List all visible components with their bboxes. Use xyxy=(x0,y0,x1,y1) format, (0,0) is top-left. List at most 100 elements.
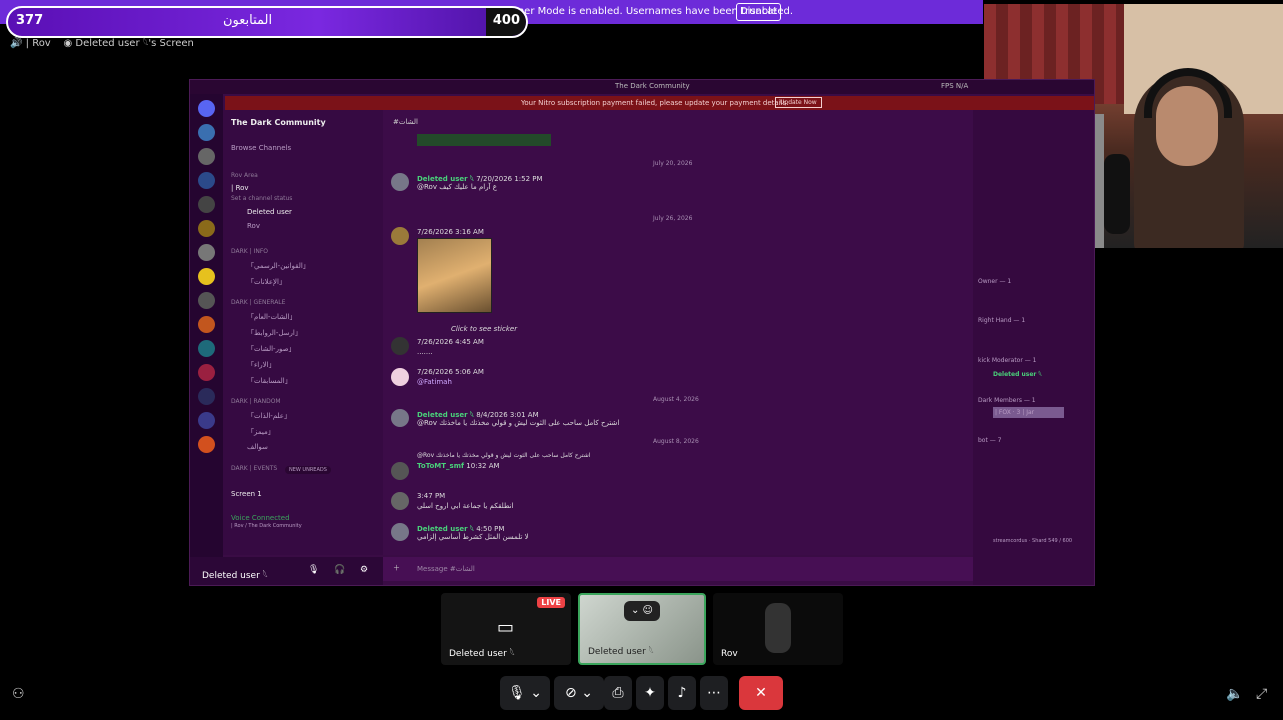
server-icon[interactable] xyxy=(198,100,215,117)
channel-row[interactable]: 「صور-الشات」 xyxy=(247,344,296,354)
message-author[interactable]: Deleted user 𓆩 xyxy=(417,411,474,419)
avatar[interactable] xyxy=(391,337,409,355)
server-icon[interactable] xyxy=(198,412,215,429)
message-time: 7/26/2026 5:06 AM xyxy=(417,368,484,376)
browse-channels[interactable]: Browse Channels xyxy=(231,144,291,152)
date-divider: August 4, 2026 xyxy=(653,396,699,403)
volume-icon[interactable]: 🔈 xyxy=(1226,686,1243,702)
sticker-label[interactable]: Click to see sticker xyxy=(451,325,517,333)
participant-tile[interactable]: LIVE ▭ Deleted user 𓆩 xyxy=(441,593,571,665)
avatar[interactable] xyxy=(391,462,409,480)
video-person xyxy=(765,603,791,653)
user-panel-name[interactable]: Deleted user 𓆩 xyxy=(202,566,268,581)
voice-user[interactable]: Deleted user xyxy=(247,208,292,216)
participant-tile[interactable]: ⌄ ☺ Deleted user 𓆩 xyxy=(578,593,706,665)
server-list xyxy=(190,94,223,585)
message-time: 3:47 PM xyxy=(417,492,446,500)
server-icon[interactable] xyxy=(198,364,215,381)
participant-tile[interactable]: Rov xyxy=(713,593,843,665)
cat-image[interactable] xyxy=(417,238,492,313)
server-icon[interactable] xyxy=(198,244,215,261)
voice-user[interactable]: Rov xyxy=(247,222,260,230)
more-button[interactable]: ⋯ xyxy=(700,676,728,710)
channel-row[interactable]: 「المسابقات」 xyxy=(247,376,292,386)
screen-label[interactable]: Screen 1 xyxy=(231,490,262,498)
avatar[interactable] xyxy=(391,492,409,510)
channel-row[interactable]: 「الشات-العام」 xyxy=(247,312,297,322)
avatar[interactable] xyxy=(391,173,409,191)
channel-category[interactable]: DARK | GENERALE xyxy=(231,299,285,306)
camera-button[interactable]: ⊘ ⌄ xyxy=(554,676,604,710)
member-name[interactable]: | FOX · 3 | Jar xyxy=(993,407,1065,418)
message-input[interactable]: ＋ Message #الشات xyxy=(383,557,973,581)
new-unreads-pill[interactable]: NEW UNREADS xyxy=(285,466,331,474)
server-name[interactable]: The Dark Community xyxy=(231,118,326,127)
member-name[interactable]: Deleted user 𓆩 xyxy=(993,368,1042,378)
mic-button[interactable]: 🎙 ⌄ xyxy=(500,676,550,710)
server-icon[interactable] xyxy=(198,220,215,237)
message-author[interactable]: Deleted user 𓆩 xyxy=(417,525,474,533)
screen-share-button[interactable]: ⎙ xyxy=(604,676,632,710)
followers-count-left: 377 xyxy=(16,13,44,28)
avatar[interactable] xyxy=(391,368,409,386)
add-attachment-icon[interactable]: ＋ xyxy=(393,563,400,573)
channel-category[interactable]: DARK | EVENTS xyxy=(231,465,277,472)
voice-connected[interactable]: Voice Connected xyxy=(231,514,290,522)
server-icon[interactable] xyxy=(198,172,215,189)
server-icon[interactable] xyxy=(198,124,215,141)
tile-menu-icon[interactable]: ⌄ ☺ xyxy=(624,601,660,621)
update-now-button[interactable]: Update Now xyxy=(775,97,822,108)
channel-row[interactable]: 「القوانين-الرسمي」 xyxy=(247,261,310,271)
breadcrumb-channel[interactable]: | Rov xyxy=(26,38,51,49)
screen-icon: ◉ xyxy=(63,38,73,49)
chat-channel-name: #الشات xyxy=(393,118,418,126)
channel-category[interactable]: DARK | INFO xyxy=(231,248,268,255)
channel-row[interactable]: 「ارسل-الروابط」 xyxy=(247,328,302,338)
message-author[interactable]: ToToMT_smf xyxy=(417,462,464,470)
member-name[interactable]: streamcordus · Shard 549 / 600 xyxy=(993,538,1072,544)
server-icon[interactable] xyxy=(198,388,215,405)
server-icon[interactable] xyxy=(198,340,215,357)
message-time: 7/26/2026 3:16 AM xyxy=(417,228,484,236)
message-text: @Fatimah xyxy=(417,378,452,386)
camera-off-icon: ⊘ xyxy=(565,685,577,701)
message-time: 4:50 PM xyxy=(476,525,505,533)
activities-icon: ✦ xyxy=(644,685,656,701)
channel-category[interactable]: DARK | RANDOM xyxy=(231,398,281,405)
message-time: 7/26/2026 4:45 AM xyxy=(417,338,484,346)
message-time: 7/20/2026 1:52 PM xyxy=(476,175,543,183)
channel-row[interactable]: Rov Area xyxy=(231,172,258,179)
mic-icon[interactable]: 🎙 xyxy=(308,565,319,575)
breadcrumb-screen[interactable]: Deleted user 𓆩's Screen xyxy=(75,38,194,49)
server-icon[interactable] xyxy=(198,292,215,309)
channel-row[interactable]: سوالف xyxy=(247,443,268,451)
fullscreen-icon[interactable]: ⤢ xyxy=(1256,686,1267,702)
settings-icon[interactable]: ⚙ xyxy=(360,565,368,575)
headphones-icon[interactable]: 🎧 xyxy=(334,565,345,575)
followers-title: المتابعون xyxy=(223,13,273,28)
disable-streamer-mode-button[interactable]: Disable xyxy=(736,3,781,21)
channel-row[interactable]: 「الإعلانات」 xyxy=(247,277,286,287)
hangup-button[interactable]: ✕ xyxy=(739,676,783,710)
message-author[interactable]: Deleted user 𓆩 xyxy=(417,175,474,183)
avatar[interactable] xyxy=(391,523,409,541)
channel-row[interactable]: | Rov xyxy=(231,184,249,192)
server-icon[interactable] xyxy=(198,148,215,165)
reply-preview[interactable]: @Rov اشترح كامل ساحب على الثوت ليش و قول… xyxy=(417,452,590,459)
server-icon[interactable] xyxy=(198,436,215,453)
chat-area: #الشات July 20, 2026 Deleted user 𓆩 7/20… xyxy=(383,110,973,555)
invite-icon[interactable]: ⚇ xyxy=(12,686,25,702)
channel-row[interactable]: 「علم-الذات」 xyxy=(247,411,291,421)
member-list: Owner — 1 Right Hand — 1 kick Moderator … xyxy=(973,110,1094,585)
avatar[interactable] xyxy=(391,227,409,245)
soundboard-button[interactable]: ♪ xyxy=(668,676,696,710)
channel-row[interactable]: 「الاراء」 xyxy=(247,360,276,370)
channel-row[interactable]: 「ميمز」 xyxy=(247,427,275,437)
server-icon[interactable] xyxy=(198,316,215,333)
server-icon[interactable] xyxy=(198,268,215,285)
activities-button[interactable]: ✦ xyxy=(636,676,664,710)
server-icon[interactable] xyxy=(198,196,215,213)
member-group: kick Moderator — 1 xyxy=(978,357,1037,364)
avatar[interactable] xyxy=(391,409,409,427)
shared-screen[interactable]: The Dark Community FPS N/A Your Nitro su… xyxy=(189,79,1095,586)
